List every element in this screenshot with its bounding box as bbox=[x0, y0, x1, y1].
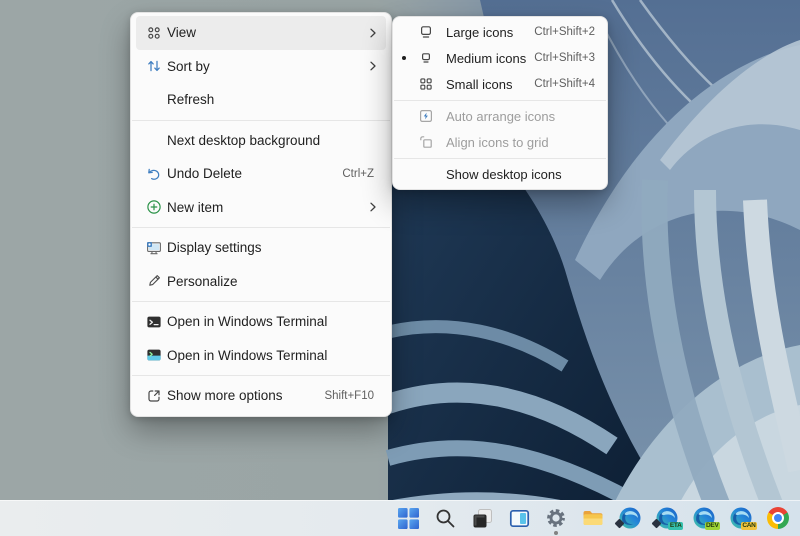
view-submenu: Large iconsCtrl+Shift+2Medium iconsCtrl+… bbox=[392, 16, 608, 190]
menu-item-label: Medium icons bbox=[446, 51, 534, 66]
submenu-chevron-icon bbox=[366, 59, 380, 73]
menu-item-open-in-windows-terminal[interactable]: Open in Windows Terminal bbox=[136, 305, 386, 339]
menu-item-label: Show more options bbox=[167, 388, 324, 403]
radio-dot-placeholder bbox=[399, 114, 409, 118]
taskbar-edge-button[interactable] bbox=[617, 505, 643, 531]
menu-item-open-in-windows-terminal-preview[interactable]: Open in Windows Terminal bbox=[136, 339, 386, 373]
large-icons-icon bbox=[418, 24, 434, 40]
menu-item-label: Undo Delete bbox=[167, 166, 342, 181]
widgets-icon bbox=[508, 507, 531, 530]
channel-badge: CAN bbox=[741, 522, 757, 530]
show-more-icon bbox=[146, 388, 162, 404]
menu-item-label: Personalize bbox=[167, 274, 386, 289]
menu-separator bbox=[132, 301, 390, 302]
start-icon bbox=[397, 507, 420, 530]
menu-separator bbox=[394, 100, 606, 101]
no-icon-spacer bbox=[146, 92, 162, 108]
radio-dot-placeholder bbox=[399, 140, 409, 144]
submenu-chevron-icon bbox=[366, 200, 380, 214]
shortcut-label: Ctrl+Z bbox=[342, 168, 374, 180]
menu-item-personalize[interactable]: Personalize bbox=[136, 265, 386, 299]
view-grid-icon bbox=[146, 25, 162, 41]
menu-item-sort-by[interactable]: Sort by bbox=[136, 50, 386, 84]
chrome-icon bbox=[767, 507, 789, 529]
taskbar-settings-button[interactable] bbox=[543, 505, 569, 531]
desktop: View Sort by Refresh Next desktop backgroun… bbox=[0, 0, 800, 536]
channel-badge: ETA bbox=[668, 522, 683, 530]
menu-item-label: Open in Windows Terminal bbox=[167, 314, 386, 329]
taskbar-items: ETA DEV CAN bbox=[395, 500, 791, 536]
shortcut-label: Ctrl+Shift+4 bbox=[534, 78, 595, 90]
radio-dot-placeholder bbox=[399, 172, 409, 176]
menu-item-show-more-options[interactable]: Show more optionsShift+F10 bbox=[136, 379, 386, 413]
menu-separator bbox=[132, 227, 390, 228]
channel-badge: DEV bbox=[705, 522, 720, 530]
menu-item-label: Open in Windows Terminal bbox=[167, 348, 386, 363]
settings-gear-icon bbox=[544, 506, 568, 530]
menu-item-refresh[interactable]: Refresh bbox=[136, 83, 386, 117]
menu-item-label: Small icons bbox=[446, 77, 534, 92]
menu-item-label: View bbox=[167, 25, 366, 40]
menu-separator bbox=[394, 158, 606, 159]
menu-item-label: Refresh bbox=[167, 92, 386, 107]
edge-icon bbox=[618, 506, 642, 530]
menu-item-label: Align icons to grid bbox=[446, 135, 603, 150]
new-item-icon bbox=[146, 199, 162, 215]
radio-dot-placeholder bbox=[399, 30, 409, 34]
menu-item-auto-arrange-icons[interactable]: Auto arrange icons bbox=[397, 103, 603, 129]
small-icons-icon bbox=[418, 76, 434, 92]
menu-item-view[interactable]: View bbox=[136, 16, 386, 50]
menu-item-label: New item bbox=[167, 200, 366, 215]
desktop-context-menu: View Sort by Refresh Next desktop backgroun… bbox=[130, 12, 392, 417]
file-explorer-icon bbox=[581, 506, 605, 530]
menu-item-medium-icons[interactable]: Medium iconsCtrl+Shift+3 bbox=[397, 45, 603, 71]
menu-item-label: Display settings bbox=[167, 240, 386, 255]
shortcut-label: Ctrl+Shift+3 bbox=[534, 52, 595, 64]
menu-item-display-settings[interactable]: Display settings bbox=[136, 231, 386, 265]
taskbar-edge-beta-button[interactable]: ETA bbox=[654, 505, 680, 531]
terminal-preview-icon bbox=[146, 347, 162, 363]
personalize-icon bbox=[146, 273, 162, 289]
menu-item-label: Auto arrange icons bbox=[446, 109, 603, 124]
menu-item-align-icons-to-grid[interactable]: Align icons to grid bbox=[397, 129, 603, 155]
terminal-icon bbox=[146, 314, 162, 330]
task-view-icon bbox=[471, 507, 494, 530]
taskbar-start-button[interactable] bbox=[395, 505, 421, 531]
sort-icon bbox=[146, 58, 162, 74]
menu-item-label: Show desktop icons bbox=[446, 167, 603, 182]
no-icon-spacer bbox=[418, 166, 434, 182]
taskbar-chrome-button[interactable] bbox=[765, 505, 791, 531]
undo-icon bbox=[146, 166, 162, 182]
taskbar-file-explorer-button[interactable] bbox=[580, 505, 606, 531]
menu-item-label: Sort by bbox=[167, 59, 366, 74]
menu-item-large-icons[interactable]: Large iconsCtrl+Shift+2 bbox=[397, 19, 603, 45]
menu-item-label: Large icons bbox=[446, 25, 534, 40]
medium-icons-icon bbox=[418, 50, 434, 66]
taskbar: ETA DEV CAN bbox=[0, 500, 800, 536]
align-grid-icon bbox=[418, 134, 434, 150]
menu-item-label: Next desktop background bbox=[167, 133, 386, 148]
selected-radio-dot bbox=[399, 56, 409, 60]
taskbar-search-button[interactable] bbox=[432, 505, 458, 531]
menu-item-new-item[interactable]: New item bbox=[136, 191, 386, 225]
menu-item-undo-delete[interactable]: Undo DeleteCtrl+Z bbox=[136, 157, 386, 191]
taskbar-widgets-button[interactable] bbox=[506, 505, 532, 531]
display-settings-icon bbox=[146, 240, 162, 256]
auto-arrange-icon bbox=[418, 108, 434, 124]
taskbar-edge-canary-button[interactable]: CAN bbox=[728, 505, 754, 531]
shortcut-label: Ctrl+Shift+2 bbox=[534, 26, 595, 38]
menu-separator bbox=[132, 375, 390, 376]
running-app-indicator bbox=[554, 531, 558, 535]
radio-dot-placeholder bbox=[399, 82, 409, 86]
menu-item-show-desktop-icons[interactable]: Show desktop icons bbox=[397, 161, 603, 187]
submenu-chevron-icon bbox=[366, 26, 380, 40]
taskbar-task-view-button[interactable] bbox=[469, 505, 495, 531]
taskbar-edge-dev-button[interactable]: DEV bbox=[691, 505, 717, 531]
no-icon-spacer bbox=[146, 132, 162, 148]
menu-separator bbox=[132, 120, 390, 121]
shortcut-label: Shift+F10 bbox=[324, 390, 374, 402]
menu-item-next-desktop-background[interactable]: Next desktop background bbox=[136, 124, 386, 158]
search-icon bbox=[434, 507, 457, 530]
menu-item-small-icons[interactable]: Small iconsCtrl+Shift+4 bbox=[397, 71, 603, 97]
